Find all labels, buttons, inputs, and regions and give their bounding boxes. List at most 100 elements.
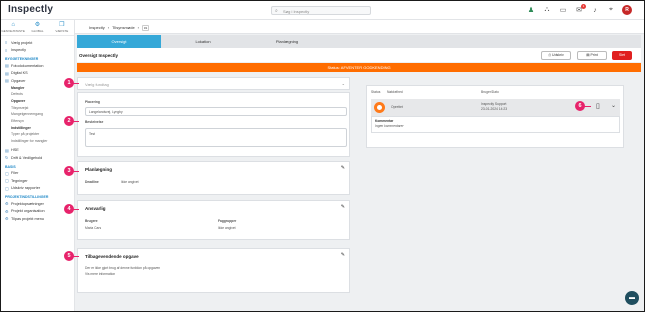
sidebar-item-project-menu[interactable]: ⚙ Tilpas projekt menu [1,215,74,223]
tab-planning[interactable]: Planlægning [245,35,329,48]
edit-pencil-icon[interactable]: ✎ [341,252,345,258]
sidebar-subitem[interactable]: Mangler [1,85,74,92]
annotation-marker-4: 4 [64,204,74,214]
app-logo[interactable]: Inspectly [8,4,53,15]
top-icons: ♟ ⛬ ▭ ✉ 1 ♪ ⌖ R [526,4,632,15]
breadcrumb-separator: › [107,25,110,30]
description-value: Test [89,132,96,136]
groups-label: Faggrupper [218,219,237,223]
sidebar-tab-shortcuts[interactable]: ⌂ GENVEJSTASTE [1,20,25,35]
sidebar-tabs: ⌂ GENVEJSTASTE ⚙ GLOBAL ❒ VÆKSTE [1,20,74,36]
status-radio-icon[interactable] [374,102,385,113]
recurring-card: Tilbagevendende opgave ✎ Der er ikke gjo… [77,248,350,293]
sidebar-item-label: Udskriv rapporter [11,186,41,191]
delete-button[interactable]: Slet [612,51,632,60]
edit-pencil-icon[interactable]: ✎ [341,165,345,171]
sidebar-item-label: Projektopsætninger [11,201,44,206]
sidebar-item-label: Digital KS [11,71,28,76]
search-placeholder: Søg i Inspectly [283,9,310,14]
sidebar-subitem[interactable]: Tilsynsrejst [1,105,74,112]
sidebar-item-hse[interactable]: ▤ HSE [1,147,74,155]
annotation-marker-5: 5 [64,251,74,261]
search-icon: ⌕ [275,8,278,14]
sidebar-section-title: PROJEKTINDSTILLINGER [5,195,49,200]
breadcrumb-chip: #1 [142,25,150,31]
bell-icon[interactable]: ♪ [590,5,600,15]
sidebar-item-label: Tegninger [11,178,28,183]
network-icon[interactable]: ⛬ [542,5,552,15]
sidebar-subitem[interactable]: Indstillinger for mangler [1,138,74,145]
person-icon[interactable]: ♟ [526,5,536,15]
comment-box: Kommentar Ingen kommentarer [371,116,620,133]
fundtag-select[interactable]: Vælg fundtag ⌄ [77,77,350,90]
sidebar-item-maintenance[interactable]: ↻ Drift & Vedligehold [1,154,74,162]
recurring-more-link[interactable]: Vis mere information [85,272,115,276]
placement-field[interactable]: Langelandsvej, Lyngby [85,107,347,116]
sidebar-subitem[interactable]: Defects [1,91,74,98]
print-button[interactable]: ▤ Print [577,51,607,60]
gear-icon: ⚙ [34,22,41,28]
sidebar-item-label: Opgaver [11,78,26,83]
select-placeholder: Vælg fundtag [85,82,109,87]
sidebar-item-label: Inspectly [11,48,26,53]
edit-pencil-icon[interactable]: ✎ [341,204,345,210]
chat-bubble-icon: ▬ [629,295,635,301]
breadcrumb-separator: › [137,25,140,30]
status-value: Oprettet [391,105,403,109]
responsible-card: Ansvarlig ✎ Brugere Maria Cars Faggruppe… [77,200,350,240]
sidebar-tab-label: GLOBAL [31,29,44,33]
sidebar-section-title: BASIS [5,164,16,169]
sidebar: ⌂ GENVEJSTASTE ⚙ GLOBAL ❒ VÆKSTE ≡ Vælg proj… [1,20,75,311]
chat-button[interactable]: ▬ [625,291,639,305]
annotation-marker-6: 6 [575,101,585,111]
comment-value: Ingen kommentarer [375,124,404,128]
users-label: Brugere [85,219,98,223]
description-field[interactable]: Test [85,128,347,147]
status-date: 23-01-2024 14:23 [481,107,508,111]
chevron-down-icon[interactable]: ⌄ [611,102,616,109]
chat-icon[interactable]: ▭ [558,5,568,15]
sidebar-item-label: HSE [11,148,19,153]
sidebar-subitem[interactable]: Typer på projekter [1,131,74,138]
status-header: Nøkkelhed [387,90,403,94]
top-bar: Inspectly ⌕ Søg i Inspectly ♟ ⛬ ▭ ✉ 1 ♪ ⌖… [1,1,644,20]
groups-value: Ikke angivet [218,226,236,230]
deadline-label: Deadline [85,180,99,184]
description-label: Beskrivelse [85,120,104,124]
status-banner: Status: AFVENTER GODKENDING [77,63,641,72]
sidebar-section-title: BYGGETEKNINGER [5,57,39,61]
sidebar-item-reports[interactable]: ▢ Udskriv rapporter [1,185,74,193]
sidebar-tab-global[interactable]: ⚙ GLOBAL [25,20,49,35]
sidebar-item-project-setup[interactable]: ⚙ Projektopsætninger [1,200,74,208]
sidebar-item-choose-project[interactable]: ≡ Vælg projekt [1,39,74,47]
details-card: Placering Langelandsvej, Lyngby Beskrive… [77,92,350,157]
deadline-value: Ikke angivet [121,180,139,184]
annotation-marker-1: 1 [64,78,74,88]
pin-icon[interactable]: ⌖ [606,5,616,15]
title-row: Oversigt Inspectly ⎙ Udskriv ▤ Print Sle… [77,48,641,62]
status-header: Bruger/Dato [481,90,499,94]
tab-overview[interactable]: Oversigt [77,35,161,48]
sidebar-subitem[interactable]: Indstillinger [1,125,74,132]
sidebar-subitem[interactable]: Mangelgennemgang [1,111,74,118]
sidebar-subitem[interactable]: Opgaver [1,98,74,105]
chevron-down-icon: ⌄ [341,81,345,86]
avatar[interactable]: R [622,5,632,15]
sidebar-item-label: Filer [11,171,19,176]
search-input[interactable]: ⌕ Søg i Inspectly [271,6,371,15]
sidebar-item-label: Fotodokumentation [11,63,44,68]
sidebar-item-label: Projekt organisation [11,209,45,214]
tab-location[interactable]: Lokation [161,35,245,48]
sidebar-item-label: Vælg projekt [11,40,33,45]
export-button[interactable]: ⎙ Udskriv [541,51,571,60]
sidebar-item-digital-ks[interactable]: ▤ Digital KS [1,70,74,78]
cube-icon: ❒ [59,22,65,28]
sidebar-tab-extra[interactable]: ❒ VÆKSTE [50,20,74,35]
notification-icon[interactable]: ✉ 1 [574,4,586,15]
document-edit-icon[interactable]: ▯ [596,102,600,110]
breadcrumb-item[interactable]: Inspectly [89,25,105,31]
sidebar-item-drawings[interactable]: ▢ Tegninger [1,177,74,185]
sidebar-item-inspectly[interactable]: ≡ Inspectly [1,47,74,55]
sidebar-item-photo[interactable]: ▤ Fotodokumentation [1,62,74,70]
breadcrumb-item[interactable]: Tilsynsmøde [112,25,135,31]
